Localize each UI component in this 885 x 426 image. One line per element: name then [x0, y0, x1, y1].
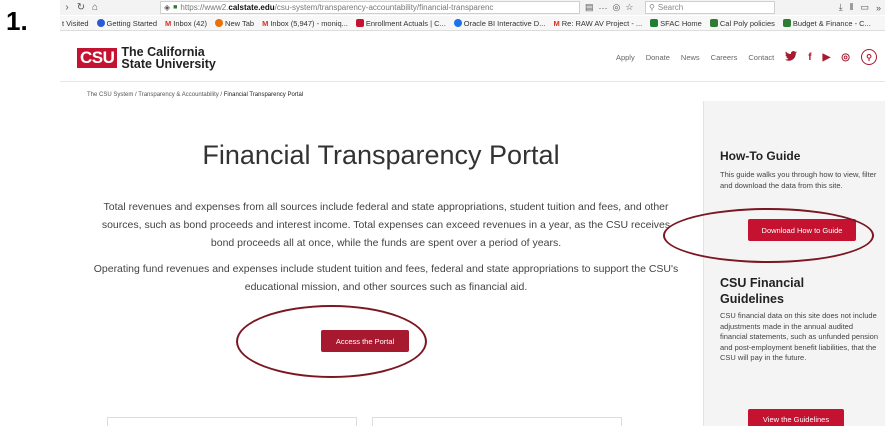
bookmark-label: Re: RAW AV Project - ... — [561, 18, 643, 28]
howto-heading: How-To Guide — [720, 149, 801, 163]
guidelines-heading: CSU Financial Guidelines — [720, 276, 805, 306]
breadcrumb-item[interactable]: The CSU System — [87, 92, 133, 98]
library-icon[interactable]: ⫴ — [850, 2, 854, 13]
main-content: Financial Transparency Portal Total reve… — [60, 100, 702, 426]
overflow-icon[interactable]: » — [876, 3, 881, 13]
bookmark-item[interactable]: Cal Poly policies — [709, 18, 775, 28]
sidebar-toggle-icon[interactable]: ▭ — [860, 2, 869, 13]
home-icon[interactable]: ⌂ — [88, 2, 102, 13]
browser-search-input[interactable]: ⚲ Search — [645, 1, 775, 14]
bookmark-label: New Tab — [225, 18, 255, 28]
csu-logo[interactable]: CSU The California State University — [77, 46, 216, 70]
url-prefix: https://www2. — [180, 3, 229, 12]
intro-paragraph: Total revenues and expenses from all sou… — [101, 201, 671, 249]
guidelines-text: CSU financial data on this site does not… — [720, 311, 879, 362]
bookmark-label: Getting Started — [106, 18, 157, 28]
site-search-icon[interactable]: ⚲ — [861, 49, 877, 65]
bookmark-item[interactable]: Enrollment Actuals | C... — [355, 18, 446, 28]
bookmark-item[interactable]: t Visited — [62, 19, 89, 28]
breadcrumb-current: Financial Transparency Portal — [223, 92, 304, 98]
breadcrumb-separator: / — [220, 92, 223, 98]
bookmark-item[interactable]: Getting Started — [96, 18, 157, 28]
nav-link-careers[interactable]: Careers — [711, 53, 738, 62]
bookmark-item[interactable]: Oracle BI Interactive D... — [453, 18, 546, 28]
youtube-icon[interactable]: ▶ — [823, 52, 831, 63]
page-actions-icon[interactable]: ··· — [599, 3, 608, 13]
facebook-icon[interactable]: f — [808, 52, 811, 63]
breadcrumb-item[interactable]: Transparency & Accountability — [138, 92, 218, 98]
top-nav: Apply Donate News Careers Contact f ▶ ◎ … — [616, 49, 877, 65]
globe-icon — [96, 19, 105, 27]
nav-link-donate[interactable]: Donate — [646, 53, 670, 62]
bookmark-item[interactable]: SFAC Home — [650, 19, 702, 28]
bookmark-label: Inbox (42) — [173, 18, 208, 28]
gmail-icon: M — [553, 18, 560, 28]
calpoly-icon — [782, 19, 791, 27]
bookmark-label: Inbox (5,947) - moniq... — [270, 18, 348, 28]
shield-icon: ◈ — [164, 3, 171, 12]
step-number: 1. — [6, 6, 28, 36]
logo-text: The California State University — [121, 46, 216, 71]
calpoly-icon — [709, 19, 718, 27]
logo-abbr: CSU — [77, 48, 118, 68]
content-card — [372, 417, 622, 426]
lock-icon: ■ — [173, 4, 178, 11]
annotation-oval-portal — [236, 305, 427, 378]
url-host: calstate.edu — [228, 3, 275, 12]
twitter-icon[interactable] — [785, 50, 798, 64]
reader-view-icon[interactable]: ▤ — [585, 2, 594, 13]
pocket-icon[interactable]: ◎ — [613, 2, 621, 13]
bookmark-item[interactable]: M Re: RAW AV Project - ... — [553, 19, 642, 28]
bookmark-item[interactable]: M Inbox (5,947) - moniq... — [262, 19, 348, 28]
gmail-icon: M — [165, 18, 172, 28]
bookmarks-bar: t Visited Getting Started M Inbox (42) Ne… — [60, 16, 885, 31]
reload-icon[interactable]: ↻ — [74, 2, 88, 13]
nav-link-news[interactable]: News — [681, 53, 700, 62]
bookmark-label: Cal Poly policies — [719, 18, 775, 28]
toolbar-tools: ⤓ ⫴ ▭ » — [839, 0, 881, 15]
breadcrumb: The CSU System / Transparency & Accounta… — [87, 92, 303, 98]
bookmark-item[interactable]: New Tab — [215, 19, 254, 28]
gmail-icon: M — [262, 18, 269, 28]
annotation-oval-guide — [663, 208, 874, 263]
breadcrumb-separator: / — [135, 92, 137, 98]
address-bar[interactable]: ◈ ■ https://www2. calstate.edu/csu-system… — [160, 1, 580, 14]
globe-icon — [453, 19, 462, 27]
bookmark-label: SFAC Home — [660, 18, 702, 28]
bookmark-label: t Visited — [62, 18, 89, 28]
site-header: CSU The California State University Appl… — [60, 32, 885, 82]
instagram-icon[interactable]: ◎ — [841, 52, 850, 63]
nav-link-apply[interactable]: Apply — [616, 53, 635, 62]
browser-nav-bar: › ↻ ⌂ ◈ ■ https://www2. calstate.edu/csu-… — [60, 0, 885, 15]
bookmark-label: Budget & Finance - C... — [792, 18, 871, 28]
view-guidelines-button[interactable]: View the Guidelines — [748, 409, 844, 426]
csu-icon — [355, 19, 364, 27]
bookmark-label: Oracle BI Interactive D... — [463, 18, 546, 28]
firefox-icon — [215, 19, 224, 27]
search-icon: ⚲ — [649, 3, 655, 12]
sidebar: How-To Guide This guide walks you throug… — [703, 101, 885, 426]
page-title: Financial Transparency Portal — [202, 140, 560, 170]
address-bar-actions: ▤ ··· ◎ ☆ — [585, 0, 633, 15]
nav-link-contact[interactable]: Contact — [748, 53, 774, 62]
download-icon[interactable]: ⤓ — [839, 2, 843, 13]
forward-icon[interactable]: › — [60, 2, 74, 13]
search-placeholder: Search — [657, 3, 684, 12]
bookmark-item[interactable]: M Inbox (42) — [165, 19, 207, 28]
logo-line2: State University — [121, 57, 216, 71]
bookmark-label: Enrollment Actuals | C... — [365, 18, 446, 28]
sfac-icon — [650, 19, 659, 27]
bookmark-item[interactable]: Budget & Finance - C... — [782, 18, 871, 28]
content-card — [107, 417, 357, 426]
operating-fund-paragraph: Operating fund revenues and expenses inc… — [93, 263, 679, 293]
bookmark-star-icon[interactable]: ☆ — [625, 2, 633, 13]
howto-text: This guide walks you through how to view… — [720, 170, 877, 190]
url-path: /csu-system/transparency-accountability/… — [274, 3, 494, 12]
